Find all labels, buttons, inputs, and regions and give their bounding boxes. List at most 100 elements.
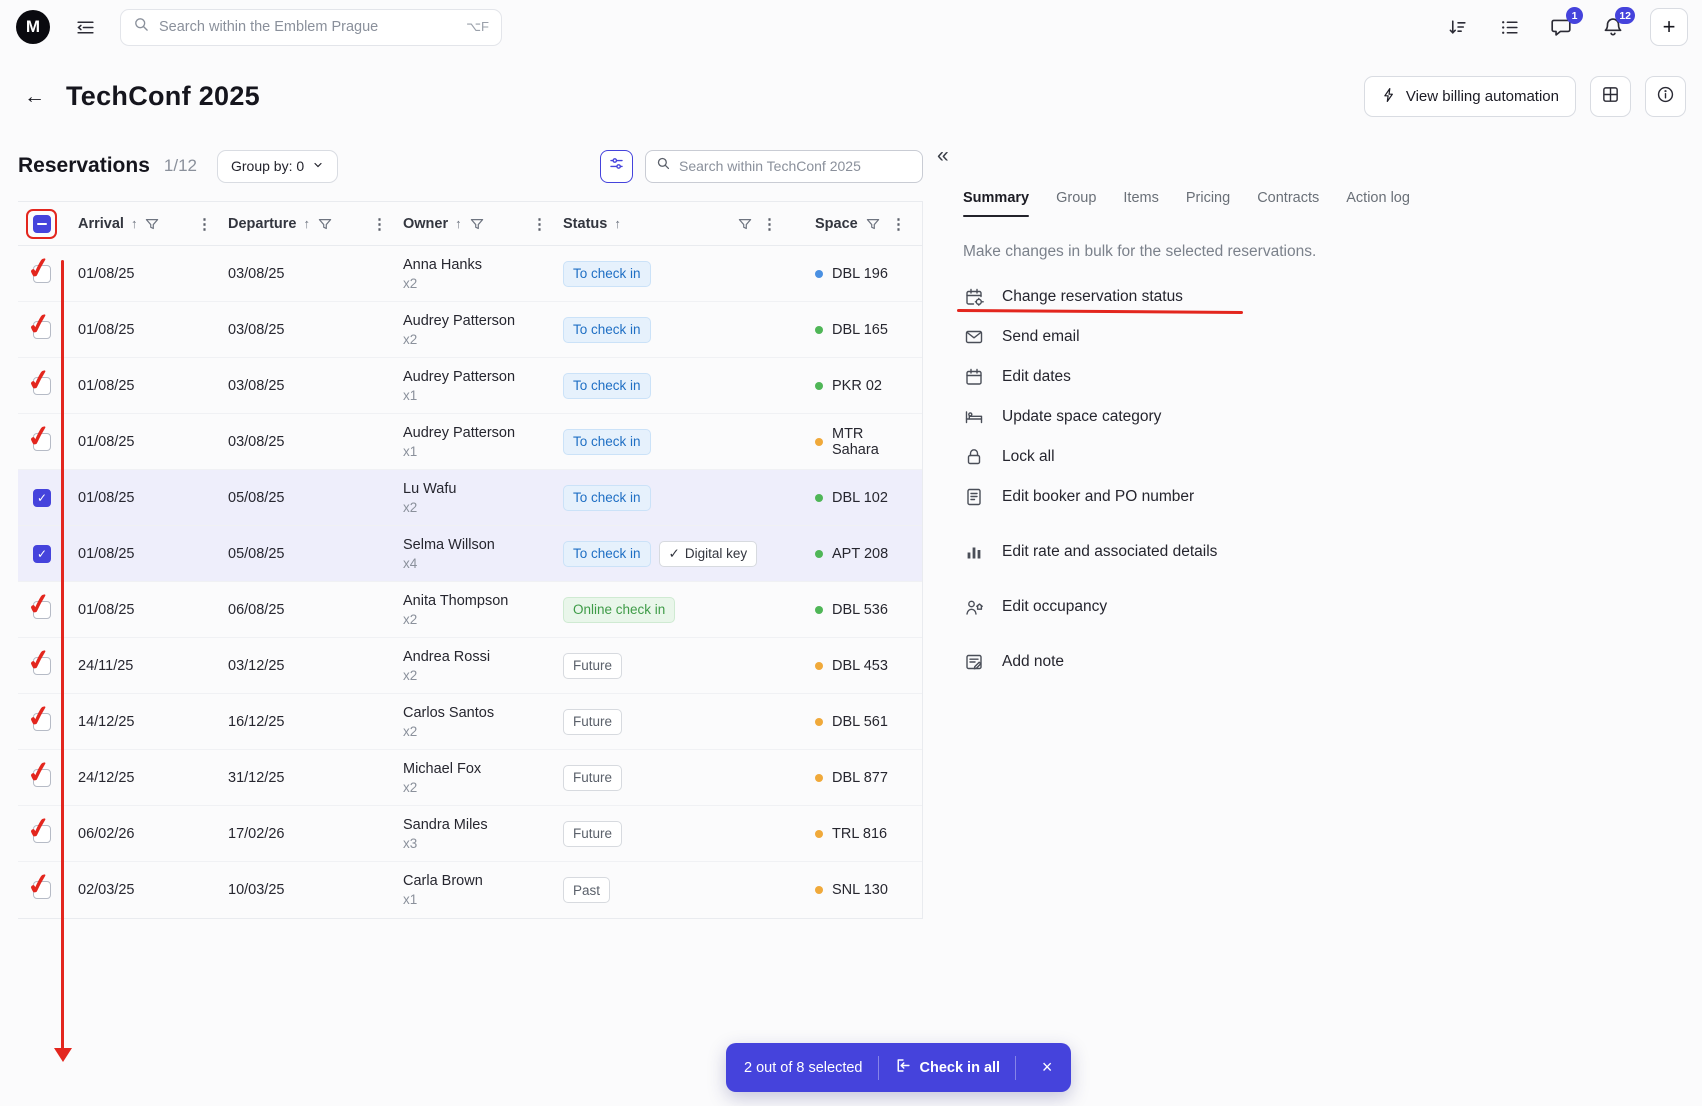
- table-row[interactable]: ✓ 01/08/25 05/08/25 Selma Willson x4 To check…: [18, 526, 922, 582]
- row-checkbox[interactable]: [33, 656, 51, 675]
- kebab-icon[interactable]: ⋮: [760, 215, 779, 233]
- row-checkbox[interactable]: [33, 881, 51, 899]
- tab-group[interactable]: Group: [1056, 190, 1096, 217]
- kebab-icon[interactable]: ⋮: [370, 215, 389, 233]
- row-checkbox[interactable]: [33, 600, 51, 619]
- row-checkbox[interactable]: ✓: [33, 488, 51, 507]
- space-status-dot: [815, 829, 823, 838]
- sort-asc-icon[interactable]: ↑: [455, 216, 462, 231]
- table-row[interactable]: ✓ 01/08/25 03/08/25 Audrey Patterson x1 To ch…: [18, 414, 922, 470]
- panel-action-lock-all[interactable]: Lock all: [963, 437, 1678, 477]
- panel-action-edit-occupancy[interactable]: Edit occupancy: [963, 587, 1678, 627]
- global-search[interactable]: ⌥F: [120, 8, 502, 46]
- row-checkbox[interactable]: [33, 712, 51, 731]
- filter-icon[interactable]: [317, 216, 333, 232]
- owner-cell: Audrey Patterson x1: [403, 424, 516, 459]
- status-badge: To check in: [563, 260, 651, 287]
- row-checkbox[interactable]: [33, 376, 51, 395]
- column-header-status[interactable]: Status ↑ ⋮: [563, 215, 793, 233]
- status-cell: To check in: [563, 484, 793, 511]
- panel-action-edit-booker-and-po-number[interactable]: Edit booker and PO number: [963, 477, 1678, 517]
- kebab-icon[interactable]: ⋮: [195, 215, 214, 233]
- messages-icon[interactable]: 1: [1546, 7, 1583, 42]
- panel-action-add-note[interactable]: Add note: [963, 642, 1678, 682]
- departure-cell: 10/03/25: [228, 882, 285, 898]
- table-row[interactable]: ✓ 06/02/26 17/02/26 Sandra Miles x3 Future TRL…: [18, 806, 922, 862]
- panel-action-update-space-category[interactable]: Update space category: [963, 397, 1678, 437]
- tab-items[interactable]: Items: [1123, 190, 1158, 217]
- grid-icon: [1601, 85, 1620, 109]
- back-button[interactable]: ←: [24, 85, 52, 109]
- info-button[interactable]: [1645, 76, 1686, 117]
- event-search[interactable]: [645, 149, 923, 183]
- sort-asc-icon[interactable]: ↑: [304, 216, 311, 231]
- space-cell: DBL 561: [793, 714, 922, 730]
- owner-cell: Anna Hanks x2: [403, 256, 482, 291]
- table-row[interactable]: ✓ 02/03/25 10/03/25 Carla Brown x1 Past SNL 13…: [18, 862, 922, 918]
- status-badge: To check in: [563, 316, 651, 343]
- space-cell: DBL 877: [793, 770, 922, 786]
- panel-action-edit-dates[interactable]: Edit dates: [963, 357, 1678, 397]
- kebab-icon[interactable]: ⋮: [889, 215, 908, 233]
- table-row[interactable]: ✓ 01/08/25 03/08/25 Anna Hanks x2 To check in…: [18, 246, 922, 302]
- filter-icon[interactable]: [144, 216, 160, 232]
- row-checkbox[interactable]: [33, 768, 51, 787]
- filter-icon[interactable]: [469, 216, 485, 232]
- column-label: Departure: [228, 215, 297, 232]
- table-row[interactable]: ✓ 01/08/25 05/08/25 Lu Wafu x2 To check in DBL…: [18, 470, 922, 526]
- table-row[interactable]: ✓ 14/12/25 16/12/25 Carlos Santos x2 Future DB…: [18, 694, 922, 750]
- filters-button[interactable]: [600, 149, 633, 183]
- table-row[interactable]: ✓ 01/08/25 06/08/25 Anita Thompson x2 Online …: [18, 582, 922, 638]
- departure-cell: 17/02/26: [228, 825, 285, 842]
- column-header-departure[interactable]: Departure ↑ ⋮: [228, 215, 403, 233]
- plus-icon: +: [1662, 14, 1676, 39]
- table-row[interactable]: ✓ 24/12/25 31/12/25 Michael Fox x2 Future DBL …: [18, 750, 922, 806]
- column-header-owner[interactable]: Owner ↑ ⋮: [403, 215, 563, 233]
- space-cell: DBL 453: [793, 658, 922, 674]
- panel-action-edit-rate-and-associated-details[interactable]: Edit rate and associated details: [963, 532, 1678, 572]
- event-search-input[interactable]: [679, 158, 912, 174]
- filter-icon[interactable]: [865, 216, 881, 232]
- tab-summary[interactable]: Summary: [963, 190, 1030, 217]
- collapse-panel-icon[interactable]: «: [937, 145, 963, 166]
- search-icon: [133, 16, 150, 38]
- select-all-cell: [18, 202, 78, 245]
- grid-view-button[interactable]: [1590, 76, 1631, 117]
- panel-action-change-reservation-status[interactable]: Change reservation status: [956, 277, 1678, 317]
- sort-asc-icon[interactable]: ↑: [131, 216, 138, 231]
- space-status-dot: [815, 325, 823, 334]
- sort-asc-icon[interactable]: ↑: [614, 216, 621, 231]
- column-header-space[interactable]: Space ⋮: [793, 215, 922, 233]
- row-checkbox[interactable]: [33, 320, 51, 339]
- column-header-arrival[interactable]: Arrival ↑ ⋮: [78, 215, 228, 233]
- group-by-button[interactable]: Group by: 0: [217, 149, 339, 183]
- select-all-checkbox[interactable]: [33, 214, 51, 233]
- bed-icon: [963, 407, 985, 427]
- tab-contracts[interactable]: Contracts: [1257, 190, 1319, 217]
- annotation-red-arrow-head: [54, 1048, 72, 1062]
- lock-icon: [963, 447, 985, 467]
- filter-icon[interactable]: [737, 216, 753, 232]
- global-search-input[interactable]: [159, 19, 458, 35]
- row-checkbox[interactable]: [33, 264, 51, 283]
- tab-action-log[interactable]: Action log: [1346, 190, 1410, 217]
- table-row[interactable]: ✓ 01/08/25 03/08/25 Audrey Patterson x1 To ch…: [18, 358, 922, 414]
- table-row[interactable]: ✓ 01/08/25 03/08/25 Audrey Patterson x2 To ch…: [18, 302, 922, 358]
- view-billing-automation-button[interactable]: View billing automation: [1363, 76, 1576, 117]
- panel-action-send-email[interactable]: Send email: [963, 317, 1678, 357]
- task-list-icon[interactable]: [1494, 12, 1524, 42]
- occupancy-icon: [963, 597, 985, 617]
- check-in-all-button[interactable]: Check in all: [894, 1057, 1000, 1078]
- add-button[interactable]: +: [1650, 8, 1688, 46]
- close-selection-bar-icon[interactable]: ×: [1031, 1052, 1063, 1084]
- notifications-icon[interactable]: 12: [1598, 7, 1635, 42]
- app-logo[interactable]: M: [16, 10, 50, 44]
- sort-order-icon[interactable]: [1442, 12, 1472, 42]
- tab-pricing[interactable]: Pricing: [1186, 190, 1230, 217]
- row-checkbox[interactable]: ✓: [33, 544, 51, 563]
- table-row[interactable]: ✓ 24/11/25 03/12/25 Andrea Rossi x2 Future DBL…: [18, 638, 922, 694]
- row-checkbox[interactable]: [33, 824, 51, 843]
- kebab-icon[interactable]: ⋮: [530, 215, 549, 233]
- menu-collapse-icon[interactable]: [70, 12, 100, 42]
- row-checkbox[interactable]: [33, 432, 51, 451]
